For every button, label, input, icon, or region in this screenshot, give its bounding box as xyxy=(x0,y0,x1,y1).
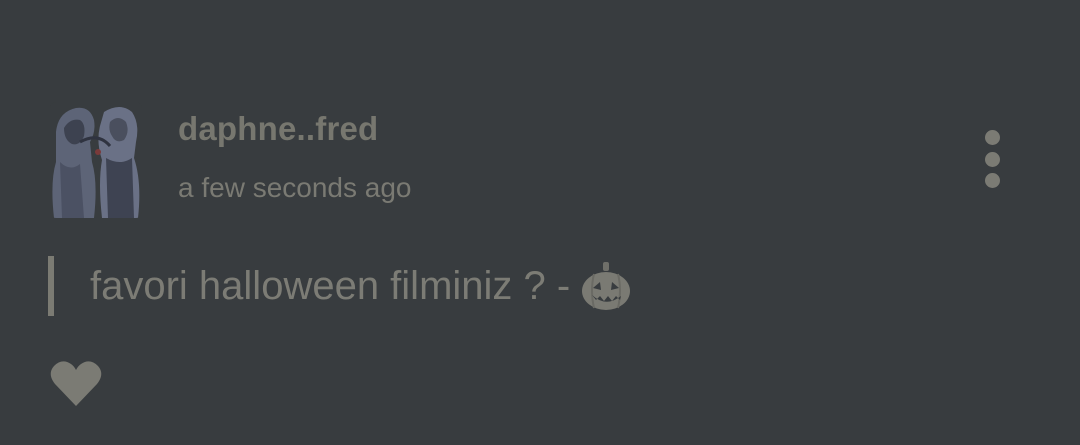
post-header: daphne..fred a few seconds ago xyxy=(50,102,1030,222)
avatar[interactable] xyxy=(50,102,142,218)
username[interactable]: daphne..fred xyxy=(178,110,378,148)
post-text: favori halloween filminiz ? - xyxy=(90,263,571,308)
vertical-ellipsis-dot xyxy=(984,173,1000,188)
timestamp: a few seconds ago xyxy=(178,172,412,203)
like-button[interactable] xyxy=(48,356,104,412)
heart-icon xyxy=(50,361,102,406)
more-options-button[interactable] xyxy=(970,124,1014,194)
avatar-image xyxy=(50,102,142,218)
post-quote: favori halloween filminiz ? - xyxy=(48,256,632,316)
jack-o-lantern-icon xyxy=(580,260,632,312)
vertical-ellipsis-icon xyxy=(984,130,1000,145)
quote-bar xyxy=(48,256,54,316)
vertical-ellipsis-dot xyxy=(984,151,1000,167)
post-card: daphne..fred a few seconds ago favori ha… xyxy=(0,0,1080,445)
post-text-line: favori halloween filminiz ? - xyxy=(90,260,632,312)
